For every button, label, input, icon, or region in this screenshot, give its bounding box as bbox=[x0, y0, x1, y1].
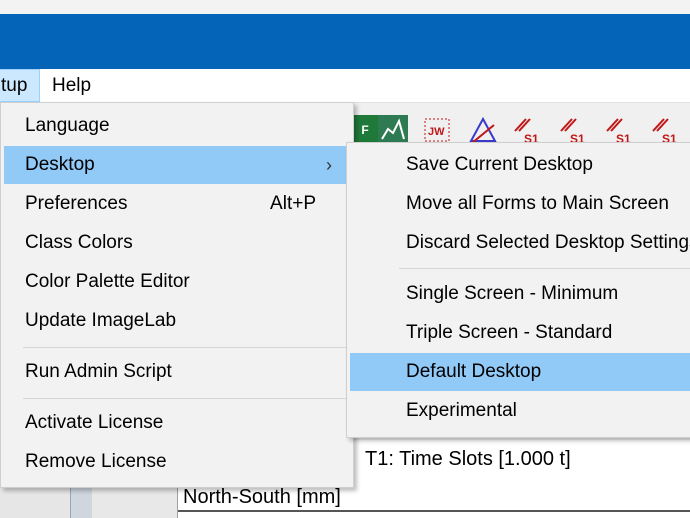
title-bar[interactable] bbox=[0, 14, 690, 69]
jw-icon-glyph: JW bbox=[424, 118, 450, 142]
chart-icon-glyph bbox=[381, 118, 405, 140]
menu-item-move-all-forms[interactable]: Move all Forms to Main Screen bbox=[350, 185, 690, 223]
menu-bar: tup Help bbox=[0, 69, 690, 103]
delta-icon[interactable] bbox=[468, 115, 498, 145]
menu-item-update-imagelab[interactable]: Update ImageLab bbox=[4, 302, 350, 340]
menu-item-label: Move all Forms to Main Screen bbox=[406, 193, 669, 214]
s1-icon-glyph: S1 bbox=[652, 118, 677, 146]
menu-item-desktop[interactable]: Desktop › bbox=[4, 146, 350, 184]
menu-item-label: Language bbox=[25, 115, 110, 136]
menu-item-default-desktop[interactable]: Default Desktop bbox=[350, 353, 690, 391]
menu-item-label: Remove License bbox=[25, 451, 167, 472]
shortcut-label: Alt+P bbox=[270, 193, 316, 214]
menu-item-label: Color Palette Editor bbox=[25, 271, 190, 292]
menu-item-remove-license[interactable]: Remove License bbox=[4, 443, 350, 481]
chevron-right-icon: › bbox=[326, 155, 332, 175]
menu-item-label: Single Screen - Minimum bbox=[406, 283, 619, 304]
menu-item-experimental[interactable]: Experimental bbox=[350, 392, 690, 430]
s1-icon[interactable]: S1 bbox=[650, 115, 680, 146]
desktop-submenu: Save Current Desktop Move all Forms to M… bbox=[346, 142, 690, 438]
s1-icon-glyph: S1 bbox=[560, 118, 585, 146]
menu-item-language[interactable]: Language bbox=[4, 107, 350, 145]
s1-icon-glyph: S1 bbox=[606, 118, 631, 146]
menu-separator bbox=[23, 347, 347, 348]
menu-item-preferences[interactable]: Preferences Alt+P bbox=[4, 185, 350, 223]
chart-icon[interactable] bbox=[378, 115, 408, 145]
menu-item-label: Preferences bbox=[25, 193, 128, 214]
menu-item-label: Save Current Desktop bbox=[406, 154, 593, 175]
jw-icon[interactable]: JW bbox=[422, 115, 452, 145]
s1-icon[interactable]: S1 bbox=[604, 115, 634, 146]
menu-item-triple-screen[interactable]: Triple Screen - Standard bbox=[350, 314, 690, 352]
menu-help[interactable]: Help bbox=[40, 69, 103, 102]
menu-item-label: Experimental bbox=[406, 400, 517, 421]
axis-line bbox=[178, 510, 690, 512]
menu-item-label: Update ImageLab bbox=[25, 310, 177, 331]
menu-item-label: Desktop bbox=[25, 154, 95, 175]
s1-icon-glyph: S1 bbox=[514, 118, 539, 146]
menu-item-label: Discard Selected Desktop Settings bbox=[406, 232, 690, 253]
menu-item-label: Class Colors bbox=[25, 232, 133, 253]
menu-item-label: Default Desktop bbox=[406, 361, 542, 382]
menu-item-class-colors[interactable]: Class Colors bbox=[4, 224, 350, 262]
top-strip bbox=[0, 0, 690, 14]
menu-separator bbox=[399, 268, 690, 269]
menu-help-label: Help bbox=[52, 75, 92, 96]
t1-axis-label: T1: Time Slots [1.000 t] bbox=[365, 448, 571, 470]
menu-separator bbox=[23, 398, 347, 399]
menu-item-color-palette-editor[interactable]: Color Palette Editor bbox=[4, 263, 350, 301]
menu-item-label: Run Admin Script bbox=[25, 361, 172, 382]
menu-item-run-admin-script[interactable]: Run Admin Script bbox=[4, 353, 350, 391]
delta-icon-glyph bbox=[469, 116, 497, 144]
f-icon[interactable]: F bbox=[350, 115, 380, 145]
menu-item-label: Triple Screen - Standard bbox=[406, 322, 613, 343]
setup-menu: Language Desktop › Preferences Alt+P Class… bbox=[0, 102, 354, 488]
menu-setup[interactable]: tup bbox=[0, 69, 41, 102]
menu-item-discard-desktop-settings[interactable]: Discard Selected Desktop Settings bbox=[350, 224, 690, 262]
menu-item-single-screen[interactable]: Single Screen - Minimum bbox=[350, 275, 690, 313]
north-south-label: North-South [mm] bbox=[183, 486, 341, 508]
menu-item-activate-license[interactable]: Activate License bbox=[4, 404, 350, 442]
menu-item-save-current-desktop[interactable]: Save Current Desktop bbox=[350, 146, 690, 184]
menu-setup-label: tup bbox=[1, 75, 28, 96]
s1-icon[interactable]: S1 bbox=[512, 115, 542, 146]
svg-text:JW: JW bbox=[428, 126, 445, 138]
s1-icon[interactable]: S1 bbox=[558, 115, 588, 146]
menu-item-label: Activate License bbox=[25, 412, 164, 433]
